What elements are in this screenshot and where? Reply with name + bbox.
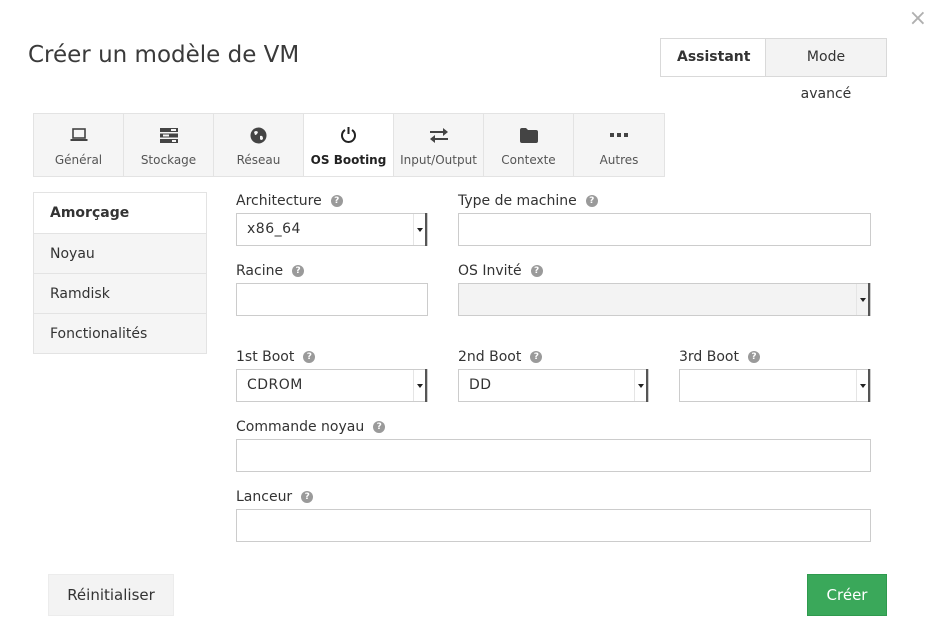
advanced-mode-button[interactable]: Mode avancé — [765, 39, 886, 102]
tab-others[interactable]: Autres — [574, 114, 664, 176]
boot1-label-text: 1st Boot — [236, 349, 295, 365]
boot2-label-text: 2nd Boot — [458, 349, 522, 365]
tab-general[interactable]: Général — [34, 114, 124, 176]
mode-switch: Assistant Mode avancé — [660, 38, 887, 102]
close-icon[interactable]: × — [909, 6, 927, 32]
wizard-tabs: Général Stockage Réseau OS Booting Input… — [33, 113, 665, 177]
machine-type-input[interactable] — [458, 213, 871, 246]
help-icon[interactable]: ? — [330, 195, 343, 207]
sidebar-item-features[interactable]: Fonctionalités — [34, 313, 206, 353]
boot2-label: 2nd Boot ? — [458, 349, 543, 365]
chevron-down-icon — [856, 369, 870, 402]
power-icon — [304, 124, 393, 146]
guest-os-label: OS Invité ? — [458, 263, 543, 279]
help-icon[interactable]: ? — [747, 351, 760, 363]
chevron-down-icon — [413, 213, 427, 246]
help-icon[interactable]: ? — [303, 351, 316, 363]
tasks-icon — [124, 124, 213, 146]
machine-type-label-text: Type de machine — [458, 193, 577, 209]
chevron-down-icon — [634, 369, 648, 402]
globe-icon — [214, 124, 303, 146]
tab-input-output[interactable]: Input/Output — [394, 114, 484, 176]
bootloader-label: Lanceur ? — [236, 489, 314, 505]
boot3-select[interactable] — [679, 369, 871, 402]
bootloader-input[interactable] — [236, 509, 871, 542]
laptop-icon — [34, 124, 123, 146]
root-label: Racine ? — [236, 263, 305, 279]
chevron-down-icon — [413, 369, 427, 402]
help-icon[interactable]: ? — [292, 265, 305, 277]
boot1-select[interactable]: CDROM — [236, 369, 428, 402]
tab-os-booting[interactable]: OS Booting — [304, 114, 394, 176]
folder-icon — [484, 124, 573, 146]
ellipsis-icon — [574, 124, 664, 146]
machine-type-label: Type de machine ? — [458, 193, 598, 209]
reset-button[interactable]: Réinitialiser — [48, 574, 174, 616]
boot3-label: 3rd Boot ? — [679, 349, 760, 365]
sidebar-item-kernel[interactable]: Noyau — [34, 233, 206, 273]
dialog-title: Créer un modèle de VM — [28, 42, 300, 68]
boot1-value: CDROM — [247, 377, 303, 393]
wizard-mode-button[interactable]: Assistant — [661, 39, 765, 76]
guest-os-label-text: OS Invité — [458, 263, 522, 279]
help-icon[interactable]: ? — [373, 421, 386, 433]
help-icon[interactable]: ? — [301, 491, 314, 503]
tab-label: Contexte — [501, 153, 556, 167]
tab-label: Input/Output — [400, 153, 477, 167]
boot-sidebar: Amorçage Noyau Ramdisk Fonctionalités — [33, 192, 207, 354]
boot2-select[interactable]: DD — [458, 369, 649, 402]
kernel-cmd-label: Commande noyau ? — [236, 419, 386, 435]
exchange-icon — [394, 124, 483, 146]
sidebar-item-ramdisk[interactable]: Ramdisk — [34, 273, 206, 313]
create-button[interactable]: Créer — [807, 574, 887, 616]
kernel-cmd-label-text: Commande noyau — [236, 419, 365, 435]
guest-os-select[interactable] — [458, 283, 871, 316]
help-icon[interactable]: ? — [530, 351, 543, 363]
root-label-text: Racine — [236, 263, 284, 279]
architecture-label-text: Architecture — [236, 193, 322, 209]
tab-label: Général — [54, 153, 103, 167]
architecture-value: x86_64 — [247, 221, 301, 237]
root-input[interactable] — [236, 283, 428, 316]
architecture-select[interactable]: x86_64 — [236, 213, 428, 246]
tab-storage[interactable]: Stockage — [124, 114, 214, 176]
tab-network[interactable]: Réseau — [214, 114, 304, 176]
boot2-value: DD — [469, 377, 492, 393]
sidebar-item-boot[interactable]: Amorçage — [34, 193, 206, 233]
tab-label: Autres — [599, 153, 639, 167]
help-icon[interactable]: ? — [585, 195, 598, 207]
kernel-cmd-input[interactable] — [236, 439, 871, 472]
tab-label: Réseau — [236, 153, 281, 167]
bootloader-label-text: Lanceur — [236, 489, 293, 505]
tab-label: OS Booting — [310, 153, 387, 167]
boot1-label: 1st Boot ? — [236, 349, 316, 365]
help-icon[interactable]: ? — [530, 265, 543, 277]
chevron-down-icon — [856, 283, 870, 316]
architecture-label: Architecture ? — [236, 193, 343, 209]
boot3-label-text: 3rd Boot — [679, 349, 739, 365]
tab-context[interactable]: Contexte — [484, 114, 574, 176]
tab-label: Stockage — [140, 153, 197, 167]
